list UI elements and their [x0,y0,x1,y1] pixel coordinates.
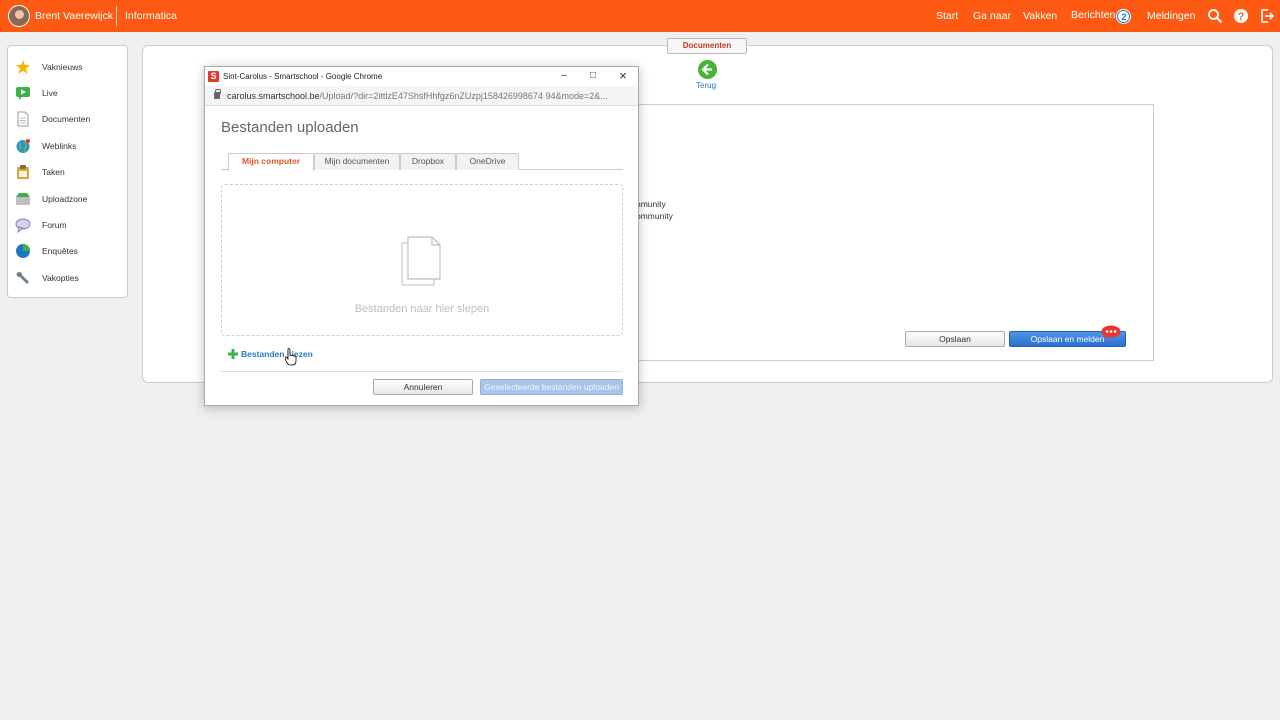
upload-popup-window: S Sint-Carolus - Smartschool - Google Ch… [204,66,639,406]
window-titlebar: S Sint-Carolus - Smartschool - Google Ch… [205,67,638,85]
top-navigation-bar: Brent Vaerewijck Informatica Start Ga na… [0,0,1280,32]
sidebar-item-documenten[interactable]: Documenten [15,109,127,129]
document-form-box [630,104,1154,361]
globe-icon [16,139,30,153]
logout-icon[interactable] [1259,8,1275,24]
notification-chat-icon [1101,325,1121,339]
back-arrow-icon[interactable] [698,60,717,79]
document-icon [17,111,29,127]
cancel-button[interactable]: Annuleren [373,379,473,395]
nav-berichten-label: Berichten [1071,9,1116,21]
sidebar-item-label: Uploadzone [42,194,88,204]
files-icon [401,236,441,286]
close-icon[interactable]: × [613,69,633,83]
search-icon[interactable] [1207,8,1223,24]
messages-badge: 2 [1117,10,1131,23]
sidebar-item-label: Taken [42,167,65,177]
lock-icon [214,89,221,99]
choose-files-label: Bestanden kiezen [241,349,313,359]
sidebar-item-label: Vakopties [42,273,79,283]
nav-meldingen[interactable]: Meldingen [1147,10,1195,22]
forum-icon [15,218,31,233]
drop-hint-text: Bestanden naar hier slepen [354,303,490,315]
hand-cursor-icon [285,348,297,366]
tab-onedrive[interactable]: OneDrive [456,153,519,170]
course-sidebar: Vaknieuws Live Documenten Weblinks Taken… [7,45,128,298]
tasks-icon [17,165,29,179]
url-text[interactable]: carolus.smartschool.be/Upload/?dir=2ittl… [227,91,627,101]
save-button[interactable]: Opslaan [905,331,1005,347]
nav-berichten[interactable]: Berichten 2 [1071,9,1131,23]
window-title: Sint-Carolus - Smartschool - Google Chro… [223,72,383,81]
sidebar-item-vakopties[interactable]: Vakopties [15,268,127,288]
star-icon [16,60,30,74]
url-path: /Upload/?dir=2ittlzE47ShsfHhfgz6nZUzpj15… [319,91,608,101]
divider [116,6,117,26]
sidebar-item-forum[interactable]: Forum [15,215,127,235]
wrench-icon [16,271,29,284]
tab-dropbox[interactable]: Dropbox [400,153,456,170]
course-name[interactable]: Informatica [125,10,177,22]
sidebar-item-label: Enquêtes [42,246,78,256]
smartschool-favicon: S [208,71,219,82]
live-video-icon [16,87,30,100]
tab-mijn-computer[interactable]: Mijn computer [228,153,314,171]
help-icon[interactable]: ? [1233,8,1249,24]
tab-mijn-documenten[interactable]: Mijn documenten [314,153,400,170]
sidebar-item-label: Forum [42,220,67,230]
nav-ga-naar[interactable]: Ga naar [973,10,1011,22]
partial-text-line: nmunity [636,199,666,209]
url-host: carolus.smartschool.be [227,91,320,101]
nav-start[interactable]: Start [936,10,958,22]
upload-selected-button[interactable]: Geselecteerde bestanden uploaden [480,379,623,395]
pie-chart-icon [16,244,30,258]
sidebar-item-label: Vaknieuws [42,62,83,72]
nav-vakken[interactable]: Vakken [1023,10,1057,22]
sidebar-item-taken[interactable]: Taken [15,162,127,182]
footer-divider [221,371,623,372]
maximize-icon[interactable]: □ [583,69,603,83]
sidebar-item-label: Documenten [42,114,91,124]
avatar[interactable] [8,5,30,27]
address-bar[interactable]: carolus.smartschool.be/Upload/?dir=2ittl… [205,86,638,106]
upload-icon [16,193,30,205]
sidebar-item-label: Weblinks [42,141,77,151]
plus-icon [228,349,238,359]
user-name[interactable]: Brent Vaerewijck [35,10,113,22]
sidebar-item-uploadzone[interactable]: Uploadzone [15,189,127,209]
dialog-title: Bestanden uploaden [221,119,359,136]
sidebar-item-live[interactable]: Live [15,83,127,103]
svg-text:?: ? [1238,11,1245,23]
back-label[interactable]: Terug [696,81,716,90]
sidebar-item-weblinks[interactable]: Weblinks [15,136,127,156]
sidebar-item-label: Live [42,88,58,98]
sidebar-item-vaknieuws[interactable]: Vaknieuws [15,57,127,77]
documents-header-tab: Documenten [667,38,747,54]
minimize-icon[interactable]: – [554,69,574,83]
sidebar-item-enquetes[interactable]: Enquêtes [15,241,127,261]
file-dropzone[interactable]: Bestanden naar hier slepen [221,184,623,336]
partial-text-line: ommunity [636,211,673,221]
